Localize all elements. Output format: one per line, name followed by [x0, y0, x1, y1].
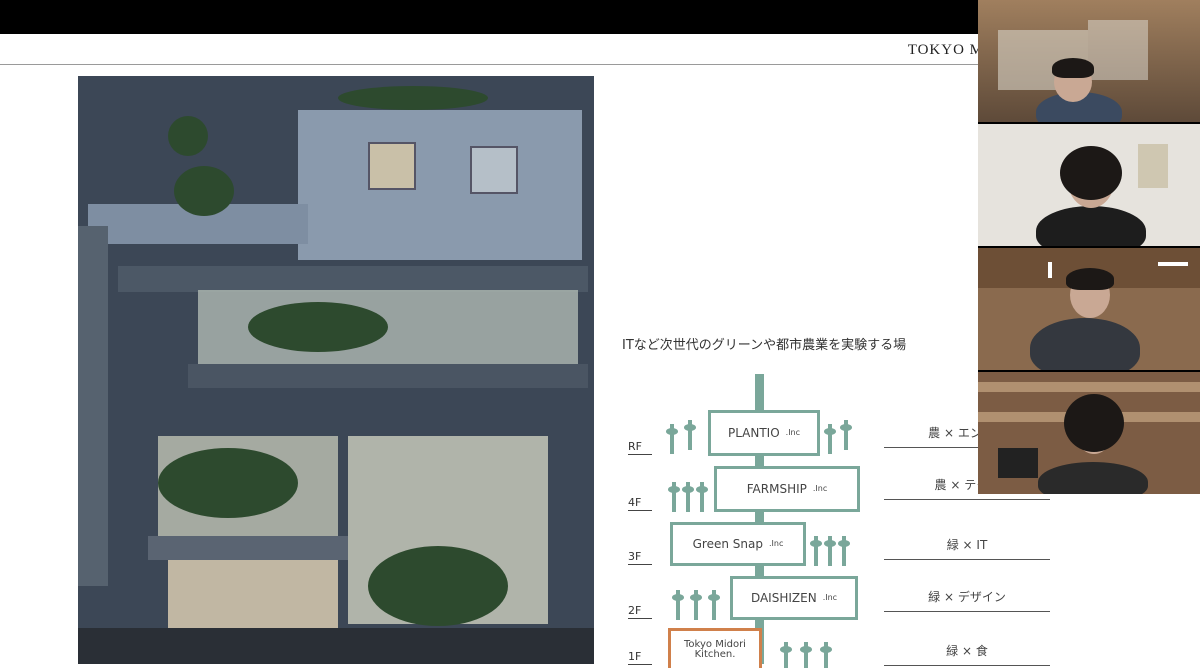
company-name: Tokyo Midori Kitchen.	[684, 638, 746, 660]
sprout-icon	[684, 420, 696, 450]
sprout-icon	[708, 590, 720, 620]
company-suffix: .Inc	[812, 483, 828, 493]
sprout-icon	[780, 642, 792, 668]
sprout-icon	[672, 590, 684, 620]
sprout-icon	[824, 424, 836, 454]
floor-tag-2f: 緑 × デザイン	[884, 588, 1050, 612]
company-suffix: .Inc	[768, 538, 784, 548]
floor-box-3f: Green Snap .Inc	[670, 522, 806, 566]
floor-tag-3f: 緑 × IT	[884, 536, 1050, 560]
floor-box-rf: PLANTIO .Inc	[708, 410, 820, 456]
sprout-icon	[810, 536, 822, 566]
participant-video-2[interactable]	[978, 124, 1200, 246]
floor-label-4f: 4F	[628, 496, 652, 511]
floor-label-rf: RF	[628, 440, 652, 455]
participant-video-1[interactable]	[978, 0, 1200, 122]
participant-video-3[interactable]	[978, 248, 1200, 370]
sprout-icon	[840, 420, 852, 450]
company-suffix: .Inc	[785, 427, 801, 437]
sprout-icon	[690, 590, 702, 620]
sprout-icon	[820, 642, 832, 668]
sprout-icon	[682, 482, 694, 512]
sprout-icon	[824, 536, 836, 566]
title-divider	[0, 64, 1000, 65]
slide-title: TOKYO M	[907, 42, 984, 58]
company-name: PLANTIO	[727, 425, 780, 440]
company-name: DAISHIZEN	[750, 590, 817, 605]
company-suffix: .Inc	[822, 592, 838, 602]
floor-label-1f: 1F	[628, 650, 652, 665]
floor-label-3f: 3F	[628, 550, 652, 565]
sprout-icon	[666, 424, 678, 454]
floor-box-4f: FARMSHIP .Inc	[714, 466, 860, 512]
slide-caption: ITなど次世代のグリーンや都市農業を実験する場	[622, 338, 907, 353]
sprout-icon	[800, 642, 812, 668]
company-name: FARMSHIP	[746, 481, 807, 496]
floor-box-1f: Tokyo Midori Kitchen.	[668, 628, 762, 668]
participant-video-4[interactable]	[978, 372, 1200, 494]
sprout-icon	[696, 482, 708, 512]
floor-label-2f: 2F	[628, 604, 652, 619]
floor-tag-1f: 緑 × 食	[884, 642, 1050, 666]
sprout-icon	[838, 536, 850, 566]
sprout-icon	[668, 482, 680, 512]
floor-box-2f: DAISHIZEN .Inc	[730, 576, 858, 620]
company-name: Green Snap	[692, 536, 763, 551]
building-photo	[78, 76, 594, 664]
video-gallery	[978, 0, 1200, 494]
